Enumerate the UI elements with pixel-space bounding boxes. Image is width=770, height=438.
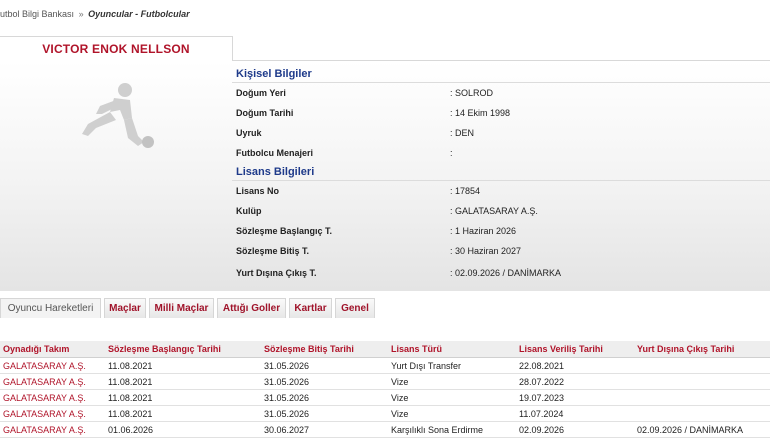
player-moves-table: Oynadığı Takım Sözleşme Başlangıç Tarihi… (0, 341, 770, 438)
table-cell: 31.05.2026 (261, 405, 388, 422)
column-header-contract-end: Sözleşme Bitiş Tarihi (261, 341, 388, 358)
table-cell: Vize (388, 389, 516, 406)
contract-start-value: : 1 Haziran 2026 (450, 226, 517, 236)
tab-matches[interactable]: Maçlar (104, 298, 146, 318)
license-info-title: Lisans Bilgileri (236, 166, 315, 178)
contract-start-label: Sözleşme Başlangıç T. (236, 226, 333, 236)
table-cell (634, 357, 770, 374)
table-cell: 31.05.2026 (261, 389, 388, 406)
breadcrumb-root-link[interactable]: utbol Bilgi Bankası (0, 9, 74, 19)
table-row: GALATASARAY A.Ş. 11.08.2021 31.05.2026 Y… (0, 357, 770, 374)
player-name: VICTOR ENOK NELLSON (42, 42, 190, 56)
tab-cards[interactable]: Kartlar (289, 298, 332, 318)
table-row: GALATASARAY A.Ş. 11.08.2021 31.05.2026 V… (0, 373, 770, 390)
column-header-license-date: Lisans Veriliş Tarihi (516, 341, 634, 358)
birth-place-value: : SOLROD (450, 88, 494, 98)
soccer-player-silhouette-icon (82, 83, 154, 148)
license-divider (232, 180, 770, 181)
table-header-row: Oynadığı Takım Sözleşme Başlangıç Tarihi… (0, 341, 770, 358)
table-cell (634, 373, 770, 390)
table-cell: Vize (388, 405, 516, 422)
table-cell: 11.08.2021 (105, 405, 261, 422)
table-cell-team[interactable]: GALATASARAY A.Ş. (0, 357, 105, 374)
breadcrumb: utbol Bilgi Bankası » Oyuncular - Futbol… (0, 9, 190, 19)
club-value: : GALATASARAY A.Ş. (450, 206, 538, 216)
column-header-license-type: Lisans Türü (388, 341, 516, 358)
table-row: GALATASARAY A.Ş. 01.06.2026 30.06.2027 K… (0, 421, 770, 438)
table-cell (634, 389, 770, 406)
nationality-label: Uyruk (236, 128, 262, 138)
table-cell: 31.05.2026 (261, 373, 388, 390)
column-header-abroad-exit: Yurt Dışına Çıkış Tarihi (634, 341, 770, 358)
table-cell: 11.07.2024 (516, 405, 634, 422)
birth-date-label: Doğum Tarihi (236, 108, 294, 118)
birth-place-label: Doğum Yeri (236, 88, 286, 98)
table-cell: 11.08.2021 (105, 389, 261, 406)
table-cell: Yurt Dışı Transfer (388, 357, 516, 374)
table-cell-team[interactable]: GALATASARAY A.Ş. (0, 421, 105, 438)
abroad-exit-label: Yurt Dışına Çıkış T. (236, 268, 317, 278)
birth-date-value: : 14 Ekim 1998 (450, 108, 511, 118)
tab-player-moves[interactable]: Oyuncu Hareketleri (0, 298, 101, 318)
club-label: Kulüp (236, 206, 262, 216)
breadcrumb-separator: » (78, 9, 84, 19)
table-cell: 22.08.2021 (516, 357, 634, 374)
tab-goals[interactable]: Attığı Goller (217, 298, 286, 318)
tab-general[interactable]: Genel (335, 298, 375, 318)
player-name-tab: VICTOR ENOK NELLSON (0, 36, 233, 61)
table-cell: 11.08.2021 (105, 357, 261, 374)
table-cell: 19.07.2023 (516, 389, 634, 406)
license-no-label: Lisans No (236, 186, 280, 196)
table-cell-team[interactable]: GALATASARAY A.Ş. (0, 389, 105, 406)
table-cell: 30.06.2027 (261, 421, 388, 438)
table-row: GALATASARAY A.Ş. 11.08.2021 31.05.2026 V… (0, 389, 770, 406)
table-cell: Vize (388, 373, 516, 390)
table-cell: 01.06.2026 (105, 421, 261, 438)
contract-end-label: Sözleşme Bitiş T. (236, 246, 310, 256)
table-cell-team[interactable]: GALATASARAY A.Ş. (0, 405, 105, 422)
tab-national-matches[interactable]: Milli Maçlar (149, 298, 214, 318)
table-cell: Karşılıklı Sona Erdirme (388, 421, 516, 438)
column-header-contract-start: Sözleşme Başlangıç Tarihi (105, 341, 261, 358)
table-cell: 02.09.2026 (516, 421, 634, 438)
table-cell: 02.09.2026 / DANİMARKA (634, 421, 770, 438)
personal-info-title: Kişisel Bilgiler (236, 68, 312, 80)
column-header-team: Oynadığı Takım (0, 341, 105, 358)
table-cell-team[interactable]: GALATASARAY A.Ş. (0, 373, 105, 390)
table-cell (634, 405, 770, 422)
table-cell: 31.05.2026 (261, 357, 388, 374)
abroad-exit-value: : 02.09.2026 / DANİMARKA (450, 268, 562, 278)
table-cell: 28.07.2022 (516, 373, 634, 390)
agent-value: : (450, 148, 453, 158)
nationality-value: : DEN (450, 128, 475, 138)
table-cell: 11.08.2021 (105, 373, 261, 390)
license-no-value: : 17854 (450, 186, 481, 196)
personal-divider (232, 82, 770, 83)
agent-label: Futbolcu Menajeri (236, 148, 314, 158)
contract-end-value: : 30 Haziran 2027 (450, 246, 522, 256)
breadcrumb-current: Oyuncular - Futbolcular (88, 9, 190, 19)
table-row: GALATASARAY A.Ş. 11.08.2021 31.05.2026 V… (0, 405, 770, 422)
